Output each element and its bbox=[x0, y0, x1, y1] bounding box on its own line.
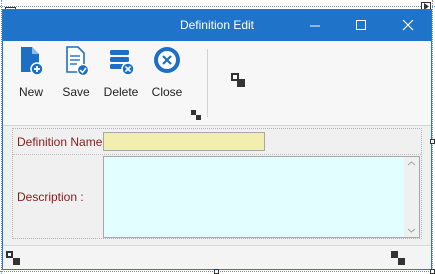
description-textarea[interactable] bbox=[103, 156, 420, 238]
resize-handle-bottom[interactable] bbox=[214, 269, 219, 274]
new-label: New bbox=[18, 85, 43, 99]
save-label: Save bbox=[62, 85, 90, 99]
close-window-button[interactable] bbox=[384, 10, 430, 41]
definition-name-input[interactable] bbox=[103, 132, 265, 151]
database-delete-icon bbox=[103, 45, 139, 77]
layout-add-icon[interactable] bbox=[231, 73, 245, 87]
description-scrollbar[interactable] bbox=[404, 157, 419, 237]
document-check-icon bbox=[59, 45, 93, 77]
close-label: Close bbox=[151, 85, 183, 99]
circle-x-icon bbox=[149, 45, 185, 77]
delete-button[interactable]: Delete bbox=[103, 45, 139, 105]
description-label: Description : bbox=[17, 190, 84, 204]
new-button[interactable]: New bbox=[13, 45, 49, 105]
definition-name-label: Definition Name : bbox=[17, 135, 110, 149]
definition-edit-window: Definition Edit New Save Delete Close De… bbox=[2, 9, 432, 270]
layout-add-icon[interactable] bbox=[391, 251, 405, 265]
maximize-button[interactable] bbox=[338, 10, 384, 41]
save-button[interactable]: Save bbox=[59, 45, 93, 105]
form-row-divider bbox=[13, 154, 421, 155]
close-button[interactable]: Close bbox=[149, 45, 185, 105]
design-guide-top bbox=[0, 6, 435, 7]
document-plus-icon bbox=[13, 45, 49, 77]
group-expander-icon[interactable] bbox=[191, 107, 201, 120]
ribbon-toolbar: New Save Delete Close bbox=[3, 41, 431, 126]
status-bar bbox=[3, 245, 431, 269]
resize-handle-bottom-right[interactable] bbox=[430, 269, 435, 274]
delete-label: Delete bbox=[103, 85, 139, 99]
resize-handle-right[interactable] bbox=[430, 139, 435, 144]
layout-customize-icon[interactable] bbox=[6, 251, 20, 265]
minimize-button[interactable] bbox=[292, 10, 338, 41]
form-layout: Definition Name : Description : bbox=[12, 128, 422, 239]
design-guide-right bbox=[432, 0, 433, 274]
ribbon-divider bbox=[207, 49, 208, 117]
title-bar: Definition Edit bbox=[3, 10, 431, 41]
